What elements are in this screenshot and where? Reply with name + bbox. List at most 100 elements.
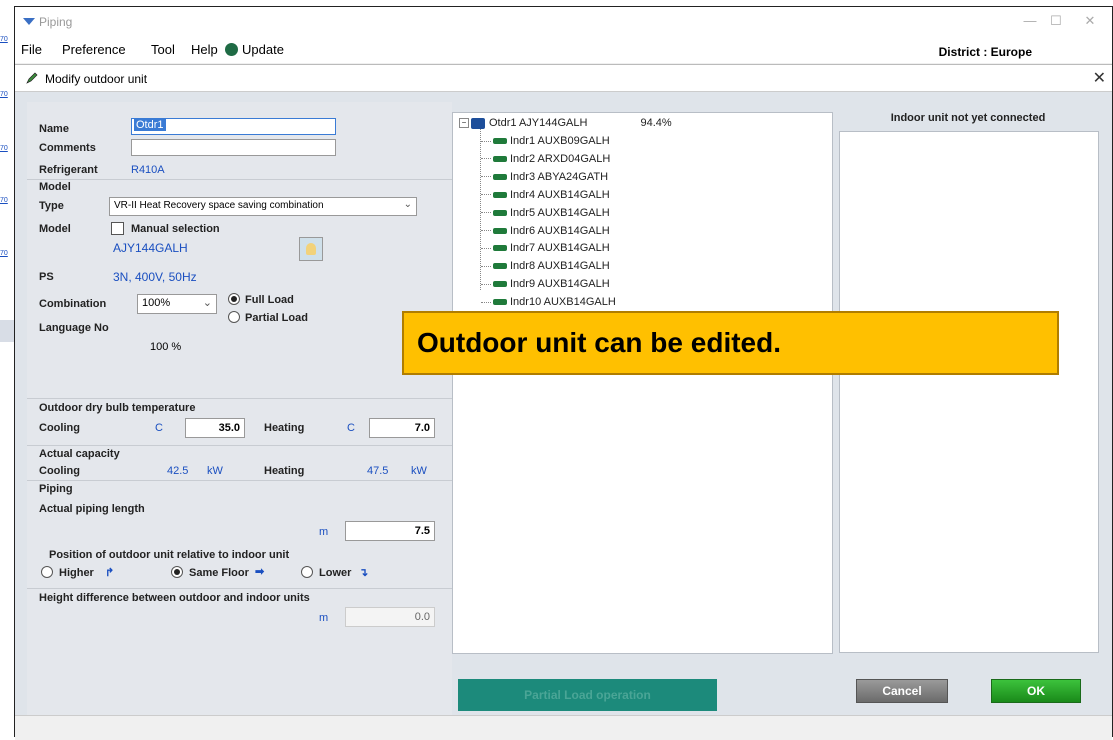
tree-branch-line [481,176,491,178]
cancel-button[interactable]: Cancel [856,679,948,703]
lower-radio[interactable] [301,566,313,579]
tree-indoor-unit[interactable]: Indr2 ARXD04GALH [481,153,610,165]
tree-indoor-unit[interactable]: Indr10 AUXB14GALH [481,296,616,308]
combination-select[interactable]: 100% ⌄ [137,294,217,314]
menu-file[interactable]: File [21,42,42,57]
model-value: AJY144GALH [113,241,188,255]
type-select[interactable]: VR-II Heat Recovery space saving combina… [109,197,417,216]
lightbulb-button[interactable] [299,237,323,261]
window-title: Piping [39,15,73,29]
cooling-capacity-unit: kW [207,465,223,477]
tree-indoor-unit[interactable]: Indr1 AUXB09GALH [481,135,610,147]
piping-length-value: 7.5 [414,525,430,537]
cooling-temp-field[interactable]: 35.0 [185,418,245,438]
combination-value: 100% [142,297,171,309]
divider [27,445,452,446]
name-value: Otdr1 [134,119,166,131]
lower-label: Lower [319,567,352,579]
background-link[interactable]: 70 [0,250,12,257]
comments-field[interactable] [131,139,336,156]
higher-radio[interactable] [41,566,53,579]
refrigerant-label: Refrigerant [39,164,98,176]
type-value: VR-II Heat Recovery space saving combina… [114,200,324,211]
heating-capacity-unit: kW [411,465,427,477]
partial-load-label: Partial Load [245,312,308,324]
ps-value: 3N, 400V, 50Hz [113,270,197,284]
callout-box: Outdoor unit can be edited. [402,311,1059,375]
tree-indoor-unit-label: Indr3 ABYA24GATH [510,170,609,183]
unconnected-list[interactable] [839,131,1099,653]
tree-indoor-unit[interactable]: Indr6 AUXB14GALH [481,225,610,237]
piping-length-label: Actual piping length [39,503,145,515]
tree-indoor-unit-label: Indr5 AUXB14GALH [510,206,610,219]
heating-capacity-value: 47.5 [367,465,389,477]
tree-indoor-unit-label: Indr8 AUXB14GALH [510,260,610,273]
tree-indoor-unit-label: Indr1 AUXB09GALH [510,135,610,147]
higher-arrow-icon: ↱ [105,567,115,579]
maximize-button[interactable]: ☐ [1041,11,1071,31]
outdoor-unit-icon [471,117,485,129]
full-load-radio[interactable] [228,293,240,306]
full-load-label: Full Load [245,294,294,306]
lower-arrow-icon: ↴ [359,567,369,579]
indoor-unit-icon [493,191,507,198]
status-bar [15,715,1112,740]
partial-load-radio[interactable] [228,311,240,324]
comments-label: Comments [39,142,96,154]
height-diff-field[interactable]: 0.0 [345,607,435,627]
tree-indoor-unit[interactable]: Indr9 AUXB14GALH [481,278,610,290]
indoor-unit-icon [493,263,507,270]
tree-indoor-unit[interactable]: Indr4 AUXB14GALH [481,189,610,201]
unconnected-header: Indoor unit not yet connected [890,112,1046,124]
tree-root[interactable]: − Otdr1 AJY144GALH 94.4% [459,117,672,129]
tree-indoor-unit[interactable]: Indr5 AUXB14GALH [481,207,610,219]
lightbulb-icon [306,243,316,255]
background-link[interactable]: 70 [0,91,12,98]
tree-indoor-unit[interactable]: Indr8 AUXB14GALH [481,260,610,272]
indoor-unit-icon [493,155,507,162]
app-icon [23,18,35,25]
same-floor-label: Same Floor [189,567,249,579]
tree-branch-line [481,265,491,267]
background-link[interactable]: 70 [0,145,12,152]
indoor-unit-icon [493,281,507,288]
same-floor-arrow-icon: ➡ [255,566,265,578]
chevron-down-icon: ⌄ [403,199,412,210]
heating-temp-field[interactable]: 7.0 [369,418,435,438]
district-label: District : Europe [938,45,1032,59]
partial-load-operation-button[interactable]: Partial Load operation [458,679,717,711]
background-link[interactable]: 70 [0,36,12,43]
menu-update[interactable]: Update [242,42,284,57]
refrigerant-value: R410A [131,164,165,176]
ok-button[interactable]: OK [991,679,1081,703]
manual-selection-checkbox[interactable] [111,222,124,235]
dialog-close-icon[interactable]: ✕ [1093,68,1106,88]
divider [27,398,452,399]
position-label: Position of outdoor unit relative to ind… [49,549,290,561]
name-field[interactable]: Otdr1 [131,118,336,135]
indoor-unit-icon [493,299,507,306]
title-bar: Piping — ☐ ✕ [15,7,1112,37]
menu-tool[interactable]: Tool [151,42,175,57]
menu-preference[interactable]: Preference [62,42,126,57]
menu-help[interactable]: Help [191,42,218,57]
background-link[interactable]: 70 [0,197,12,204]
update-icon [225,43,238,56]
tree-indoor-unit[interactable]: Indr3 ABYA24GATH [481,171,608,183]
indoor-unit-icon [493,245,507,252]
name-label: Name [39,123,69,135]
tree-root-label: Otdr1 AJY144GALH [489,117,588,129]
tree-branch-line [481,283,491,285]
heating-temp-unit: C [347,422,355,434]
tree-indoor-unit-label: Indr9 AUXB14GALH [510,278,610,291]
same-floor-radio[interactable] [171,566,183,579]
tree-branch-line [481,301,491,303]
outdoor-temp-section-title: Outdoor dry bulb temperature [39,402,196,414]
tree-indoor-unit[interactable]: Indr7 AUXB14GALH [481,242,610,254]
tree-branch-line [481,194,491,196]
collapse-icon[interactable]: − [459,118,469,129]
indoor-unit-icon [493,209,507,216]
background-strip [0,320,14,342]
piping-length-field[interactable]: 7.5 [345,521,435,541]
close-window-button[interactable]: ✕ [1075,11,1105,31]
